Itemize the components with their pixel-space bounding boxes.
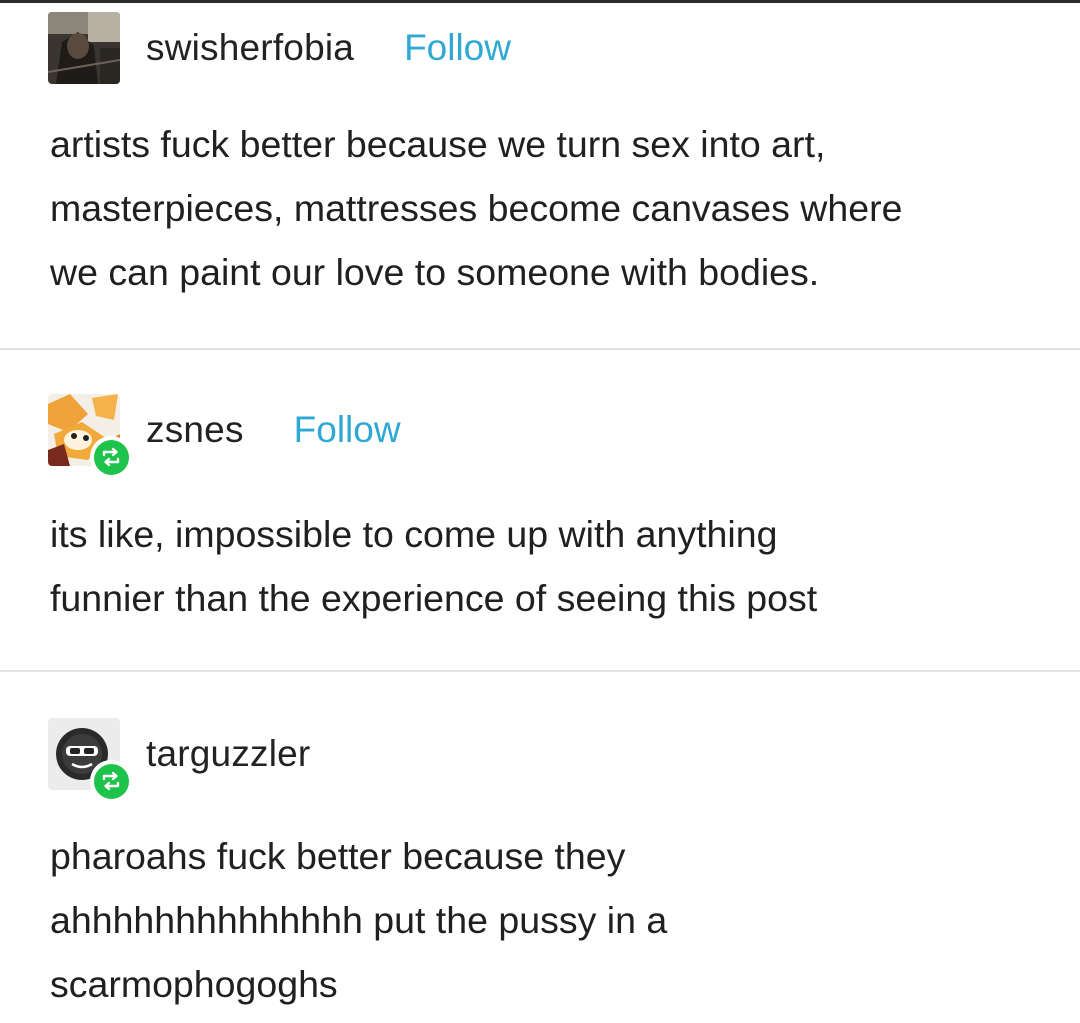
photo-avatar-icon — [48, 12, 120, 84]
post-header: zsnes Follow — [48, 394, 401, 478]
avatar[interactable] — [48, 12, 120, 84]
post-text-line: its like, impossible to come up with any… — [50, 513, 778, 555]
post-text-line: scarmophogoghs — [50, 963, 338, 1005]
post-header: swisherfobia Follow — [48, 12, 511, 84]
post-text-line: artists fuck better because we turn sex … — [50, 123, 826, 165]
reblog-badge — [90, 436, 132, 478]
post-divider — [0, 670, 1080, 672]
follow-button[interactable]: Follow — [404, 27, 511, 69]
username[interactable]: targuzzler — [146, 733, 310, 775]
post-text: pharoahs fuck better because they ahhhhh… — [50, 824, 1050, 1016]
avatar[interactable] — [48, 394, 132, 478]
post-text: artists fuck better because we turn sex … — [50, 112, 1050, 304]
post-divider — [0, 348, 1080, 350]
username[interactable]: zsnes — [146, 409, 244, 451]
avatar[interactable] — [48, 718, 132, 802]
post-text-line: we can paint our love to someone with bo… — [50, 251, 820, 293]
post-text: its like, impossible to come up with any… — [50, 502, 1050, 630]
reblog-icon — [102, 771, 120, 791]
top-border — [0, 0, 1080, 3]
username[interactable]: swisherfobia — [146, 27, 354, 69]
post-text-line: pharoahs fuck better because they — [50, 835, 626, 877]
post-text-line: funnier than the experience of seeing th… — [50, 577, 818, 619]
reblog-badge — [90, 760, 132, 802]
post-text-line: ahhhhhhhhhhhhhh put the pussy in a — [50, 899, 668, 941]
post-header: targuzzler — [48, 718, 310, 802]
post-text-line: masterpieces, mattresses become canvases… — [50, 187, 903, 229]
follow-button[interactable]: Follow — [294, 409, 401, 451]
reblog-icon — [102, 447, 120, 467]
